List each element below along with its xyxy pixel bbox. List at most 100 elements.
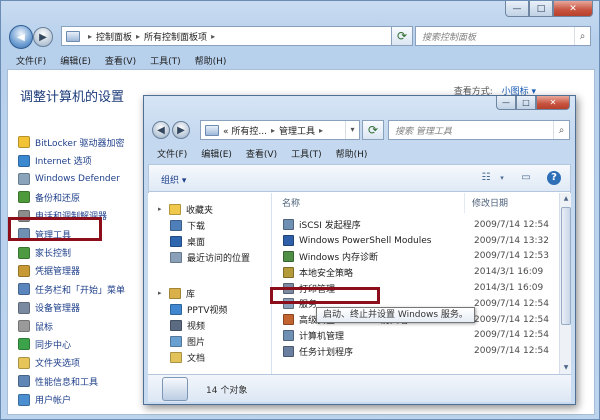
view-dropdown-icon[interactable]: ▾ [495, 171, 509, 185]
menu-tools[interactable]: 工具(T) [284, 147, 329, 160]
shortcut-icon [283, 345, 294, 357]
refresh-button[interactable]: ⟳ [362, 120, 384, 140]
forward-button[interactable]: ▶ [33, 27, 53, 47]
menu-tools[interactable]: 工具(T) [143, 54, 188, 67]
maximize-button[interactable]: □ [516, 96, 536, 110]
forward-arrow-icon: ▶ [177, 124, 185, 136]
file-row[interactable]: 本地安全策略 2014/3/1 16:09 [272, 264, 559, 280]
expand-arrow-icon[interactable]: ▸ [158, 205, 166, 213]
control-panel-item-label: 同步中心 [35, 340, 72, 351]
shortcut-icon [283, 329, 294, 341]
file-name: 任务计划程序 [299, 347, 354, 358]
menu-file[interactable]: 文件(F) [9, 54, 53, 67]
scroll-thumb[interactable] [561, 207, 571, 325]
refresh-button[interactable]: ⟳ [391, 26, 413, 46]
scroll-down-icon[interactable]: ▼ [560, 362, 572, 374]
shortcut-icon [283, 250, 294, 262]
breadcrumb-all-items[interactable]: « 所有控... [223, 124, 267, 137]
navigation-pane: ▸ 收藏夹下载桌面最近访问的位置 ▸ 库 PPTV视频 视频 图片文档 [148, 193, 272, 374]
nav-item-icon [169, 203, 181, 215]
back-button[interactable]: ◀ [152, 121, 170, 139]
control-panel-item-label: 鼠标 [35, 322, 54, 333]
nav-item-label: 最近访问的位置 [187, 253, 251, 264]
nav-item[interactable]: PPTV视频 [170, 301, 228, 317]
file-row[interactable]: 计算机管理 2009/7/14 12:54 [272, 328, 559, 344]
search-input[interactable]: 搜索控制面板 ⌕ [415, 26, 591, 46]
vertical-scrollbar[interactable]: ▲ ▼ [559, 193, 571, 374]
search-input[interactable]: 搜索 管理工具 ⌕ [388, 120, 570, 140]
nav-item[interactable]: 最近访问的位置 [170, 249, 250, 265]
file-date: 2009/7/14 12:54 [474, 219, 549, 230]
close-button[interactable]: ✕ [553, 1, 593, 17]
minimize-button[interactable]: — [496, 96, 516, 110]
search-placeholder: 搜索控制面板 [422, 32, 477, 43]
details-pane: 14 个对象 [148, 374, 571, 402]
search-icon[interactable]: ⌕ [574, 27, 590, 45]
nav-item-label: 桌面 [187, 237, 206, 248]
nav-group[interactable]: ▸ 库 [158, 285, 195, 301]
control-panel-item-label: 备份和还原 [35, 193, 81, 204]
admin-tools-folder-icon [162, 377, 188, 401]
back-arrow-icon: ◀ [157, 124, 165, 136]
nav-item[interactable]: 图片 [170, 333, 205, 349]
minimize-button[interactable]: — [505, 1, 529, 17]
shortcut-icon [283, 235, 294, 247]
search-icon[interactable]: ⌕ [553, 121, 569, 139]
file-row[interactable]: Windows PowerShell Modules 2009/7/14 13:3… [272, 233, 559, 249]
breadcrumb-admin-tools[interactable]: 管理工具 [279, 124, 315, 137]
preview-pane-icon[interactable]: ▭ [519, 171, 533, 185]
folder-icon [205, 124, 219, 136]
menu-file[interactable]: 文件(F) [150, 147, 194, 160]
page-title: 调整计算机的设置 [20, 90, 125, 105]
column-date-header[interactable]: 修改日期 [472, 196, 508, 209]
control-panel-item-label: 用户帐户 [35, 396, 72, 407]
address-dropdown-icon[interactable]: ▾ [345, 121, 359, 139]
file-date: 2014/3/1 16:09 [474, 283, 544, 294]
column-name-header[interactable]: 名称 [282, 196, 300, 209]
close-button[interactable]: ✕ [536, 96, 570, 110]
chevron-right-icon: ▸ [270, 125, 275, 135]
menu-edit[interactable]: 编辑(E) [53, 54, 98, 67]
nav-item[interactable]: 文档 [170, 349, 205, 365]
column-divider [464, 193, 465, 213]
control-panel-item-icon [18, 283, 30, 296]
menu-view[interactable]: 查看(V) [98, 54, 143, 67]
forward-button[interactable]: ▶ [172, 121, 190, 139]
nav-group[interactable]: ▸ 收藏夹 [158, 201, 213, 217]
file-date: 2009/7/14 12:54 [474, 330, 549, 341]
address-bar[interactable]: « 所有控... ▸ 管理工具 ▸ ▾ [200, 120, 360, 140]
shortcut-icon [283, 266, 294, 278]
menu-edit[interactable]: 编辑(E) [194, 147, 239, 160]
nav-item-icon [170, 351, 182, 363]
nav-item[interactable]: 视频 [170, 317, 205, 333]
nav-item-icon [170, 235, 182, 247]
window-caption-buttons: — □ ✕ [505, 1, 593, 21]
control-panel-item-label: 设备管理器 [35, 304, 81, 315]
organize-button[interactable]: 组织 ▾ [161, 173, 186, 186]
nav-item-label: 下载 [187, 221, 206, 232]
highlight-services [270, 287, 380, 304]
menu-help[interactable]: 帮助(H) [329, 147, 375, 160]
shortcut-icon [283, 314, 294, 326]
back-button[interactable]: ◀ [9, 25, 33, 49]
view-options-icon[interactable]: ☷ [479, 171, 493, 185]
maximize-button[interactable]: □ [529, 1, 553, 17]
control-panel-item-icon [18, 320, 30, 333]
nav-item[interactable]: 桌面 [170, 233, 205, 249]
file-row[interactable]: Windows 内存诊断 2009/7/14 12:53 [272, 249, 559, 265]
file-row[interactable]: iSCSI 发起程序 2009/7/14 12:54 [272, 217, 559, 233]
breadcrumb-control-panel[interactable]: 控制面板 [96, 30, 132, 43]
menu-view[interactable]: 查看(V) [239, 147, 284, 160]
file-row[interactable]: 任务计划程序 2009/7/14 12:54 [272, 343, 559, 359]
object-count: 14 个对象 [206, 386, 248, 396]
help-icon[interactable]: ? [547, 171, 561, 185]
address-bar[interactable]: ▸ 控制面板 ▸ 所有控制面板项 ▸ ▾ [61, 26, 407, 46]
nav-item-icon [170, 251, 182, 263]
scroll-up-icon[interactable]: ▲ [560, 193, 572, 205]
nav-item-label: 文档 [187, 353, 206, 364]
nav-item[interactable]: 下载 [170, 217, 205, 233]
expand-arrow-icon[interactable]: ▸ [158, 289, 166, 297]
nav-item-label: PPTV视频 [187, 305, 228, 316]
breadcrumb-all-items[interactable]: 所有控制面板项 [144, 30, 207, 43]
menu-help[interactable]: 帮助(H) [188, 54, 234, 67]
